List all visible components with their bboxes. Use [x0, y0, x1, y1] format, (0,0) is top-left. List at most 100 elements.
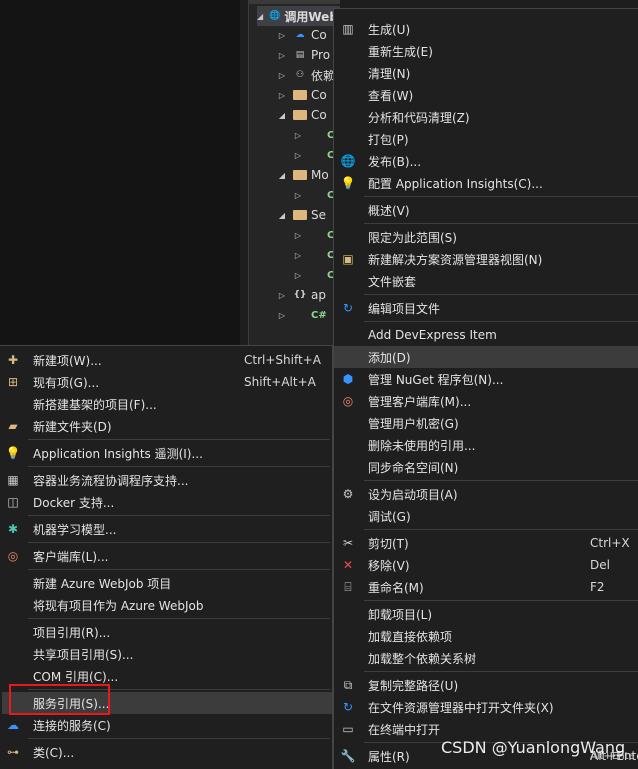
menu-item-剪切[interactable]: ✂ 剪切(T) Ctrl+X [334, 532, 638, 554]
menu-item-docker-支持[interactable]: ◫ Docker 支持... [2, 491, 332, 513]
menu-item-分析和代码清理[interactable]: 分析和代码清理(Z) [334, 106, 638, 128]
menu-item-类[interactable]: ⊶ 类(C)... [2, 741, 332, 763]
build-icon: ▥ [342, 22, 354, 36]
expand-right-icon[interactable]: ▷ [293, 131, 303, 140]
menu-item-容器业务流程协调程序支持[interactable]: ▦ 容器业务流程协调程序支持... [2, 469, 332, 491]
menu-item-新建解决方案资源管理器视图[interactable]: ▣ 新建解决方案资源管理器视图(N) [334, 248, 638, 270]
csharp-file-icon [293, 308, 307, 322]
menu-item-label: 设为启动项目(A) [368, 487, 458, 502]
tree-node[interactable]: ▷ ▤ Pro [277, 45, 330, 65]
client-library-icon: ◎ [342, 394, 354, 408]
tree-node[interactable]: ◢ Mo [277, 165, 329, 185]
tree-node[interactable]: ◢ Co [277, 105, 327, 125]
tree-node[interactable]: ▷ {} ap [277, 285, 326, 305]
menu-item-同步命名空间[interactable]: 同步命名空间(N) [334, 456, 638, 478]
menu-item-管理用户机密[interactable]: 管理用户机密(G) [334, 412, 638, 434]
tree-node[interactable]: ▷ ☁ Co [277, 25, 327, 45]
menu-item-label: 查看(W) [368, 88, 414, 103]
menu-item-新建-azure-webjob-项目[interactable]: 新建 Azure WebJob 项目 [2, 572, 332, 594]
menu-item-label: 客户端库(L)... [33, 549, 109, 564]
menu-item-application-insights-遥测[interactable]: 💡 Application Insights 遥测(I)... [2, 442, 332, 464]
menu-item-打包[interactable]: 打包(P) [334, 128, 638, 150]
refresh-arrow-icon: ↻ [342, 301, 354, 315]
menu-item-label: 复制完整路径(U) [368, 678, 459, 693]
tree-node-label: Co [311, 88, 327, 102]
menu-item-客户端库[interactable]: ◎ 客户端库(L)... [2, 545, 332, 567]
menu-separator [364, 294, 638, 295]
menu-item-删除未使用的引用[interactable]: 删除未使用的引用... [334, 434, 638, 456]
menu-item-生成[interactable]: ▥ 生成(U) [334, 18, 638, 40]
menu-item-概述[interactable]: 概述(V) [334, 199, 638, 221]
menu-item-卸载项目[interactable]: 卸载项目(L) [334, 603, 638, 625]
scissors-icon: ✂ [342, 536, 354, 550]
copy-icon: ⧉ [343, 677, 353, 692]
csharp-file-icon [309, 268, 323, 282]
tree-node[interactable]: ▷C#Pro [277, 305, 340, 325]
menu-item-新建项[interactable]: ✚ 新建项(W)... Ctrl+Shift+A [2, 349, 332, 371]
menu-item-在文件资源管理器中打开文件夹[interactable]: ↻ 在文件资源管理器中打开文件夹(X) [334, 696, 638, 718]
expand-right-icon[interactable]: ▷ [277, 71, 287, 80]
menu-item-添加[interactable]: 添加(D) [334, 346, 638, 368]
menu-item-新搭建基架的项目[interactable]: 新搭建基架的项目(F)... [2, 393, 332, 415]
expand-right-icon[interactable]: ▷ [277, 31, 287, 40]
menu-item-机器学习模型[interactable]: ✱ 机器学习模型... [2, 518, 332, 540]
menu-item-label: 管理用户机密(G) [368, 416, 459, 431]
tree-node[interactable]: ▷ ⚇ 依赖 [277, 65, 335, 85]
menu-item-管理客户端库[interactable]: ◎ 管理客户端库(M)... [334, 390, 638, 412]
menu-item-新建文件夹[interactable]: ▰ 新建文件夹(D) [2, 415, 332, 437]
menu-item-项目引用[interactable]: 项目引用(R)... [2, 621, 332, 643]
menu-item-文件嵌套[interactable]: 文件嵌套 [334, 270, 638, 292]
rename-icon: ⌸ [344, 579, 352, 594]
menu-item-重新生成[interactable]: 重新生成(E) [334, 40, 638, 62]
menu-item-label: 剪切(T) [368, 536, 409, 551]
expand-right-icon[interactable]: ▷ [293, 231, 303, 240]
menu-item-移除[interactable]: ✕ 移除(V) Del [334, 554, 638, 576]
menu-item-调试[interactable]: 调试(G) [334, 505, 638, 527]
expand-right-icon[interactable]: ▷ [293, 251, 303, 260]
menu-item-发布[interactable]: 🌐 发布(B)... [334, 150, 638, 172]
expand-right-icon[interactable]: ▷ [277, 291, 287, 300]
menu-item-label: 新建解决方案资源管理器视图(N) [368, 252, 543, 267]
menu-item-配置-application-insights[interactable]: 💡 配置 Application Insights(C)... [334, 172, 638, 194]
menu-item-连接的服务[interactable]: ☁ 连接的服务(C) [2, 714, 332, 736]
tree-node-label: Mo [311, 168, 329, 182]
tree-node[interactable]: ◢ Se [277, 205, 326, 225]
menu-item-清理[interactable]: 清理(N) [334, 62, 638, 84]
menu-item-设为启动项目[interactable]: ⚙ 设为启动项目(A) [334, 483, 638, 505]
dependencies-icon: ⚇ [295, 70, 305, 80]
menu-item-在终端中打开[interactable]: ▭ 在终端中打开 [334, 718, 638, 740]
project-context-menu: ▥ 生成(U) 重新生成(E) 清理(N) 查看(W) 分析和代码清理(Z) 打包(P) 🌐 发… [333, 8, 638, 769]
menu-item-label: 将现有项目作为 Azure WebJob [33, 598, 204, 613]
menu-item-add-devexpress-item[interactable]: Add DevExpress Item [334, 324, 638, 346]
expand-down-icon[interactable]: ◢ [277, 111, 287, 120]
tree-node[interactable]: ▷ Co [277, 85, 327, 105]
menu-item-现有项[interactable]: ⊞ 现有项(G)... Shift+Alt+A [2, 371, 332, 393]
menu-item-加载整个依赖关系树[interactable]: 加载整个依赖关系树 [334, 647, 638, 669]
menu-item-label: 共享项目引用(S)... [33, 647, 134, 662]
expand-down-icon[interactable]: ◢ [277, 171, 287, 180]
menu-separator [28, 738, 330, 739]
menu-item-将现有项目作为-azure-webjob[interactable]: 将现有项目作为 Azure WebJob [2, 594, 332, 616]
tree-project-node[interactable]: ◢ 🌐 调用WebService项目 [257, 6, 340, 26]
connected-services-icon: ☁ [7, 718, 19, 732]
expand-right-icon[interactable]: ▷ [293, 151, 303, 160]
expand-right-icon[interactable]: ▷ [293, 271, 303, 280]
expand-right-icon[interactable]: ▷ [277, 51, 287, 60]
expand-right-icon[interactable]: ▷ [277, 311, 287, 320]
tree-node-label: Co [311, 108, 327, 122]
menu-item-限定为此范围[interactable]: 限定为此范围(S) [334, 226, 638, 248]
expand-right-icon[interactable]: ▷ [277, 91, 287, 100]
wrench-icon: 🔧 [340, 749, 356, 763]
menu-item-重命名[interactable]: ⌸ 重命名(M) F2 [334, 576, 638, 598]
menu-item-复制完整路径[interactable]: ⧉ 复制完整路径(U) [334, 674, 638, 696]
menu-item-共享项目引用[interactable]: 共享项目引用(S)... [2, 643, 332, 665]
expand-down-icon[interactable]: ◢ [277, 211, 287, 220]
menu-item-编辑项目文件[interactable]: ↻ 编辑项目文件 [334, 297, 638, 319]
menu-item-管理-nuget-程序包[interactable]: ⬢ 管理 NuGet 程序包(N)... [334, 368, 638, 390]
menu-item-label: 文件嵌套 [368, 274, 417, 289]
menu-item-加载直接依赖项[interactable]: 加载直接依赖项 [334, 625, 638, 647]
menu-item-查看[interactable]: 查看(W) [334, 84, 638, 106]
properties-icon: ▤ [295, 50, 305, 60]
expand-down-icon[interactable]: ◢ [257, 12, 263, 21]
expand-right-icon[interactable]: ▷ [293, 191, 303, 200]
